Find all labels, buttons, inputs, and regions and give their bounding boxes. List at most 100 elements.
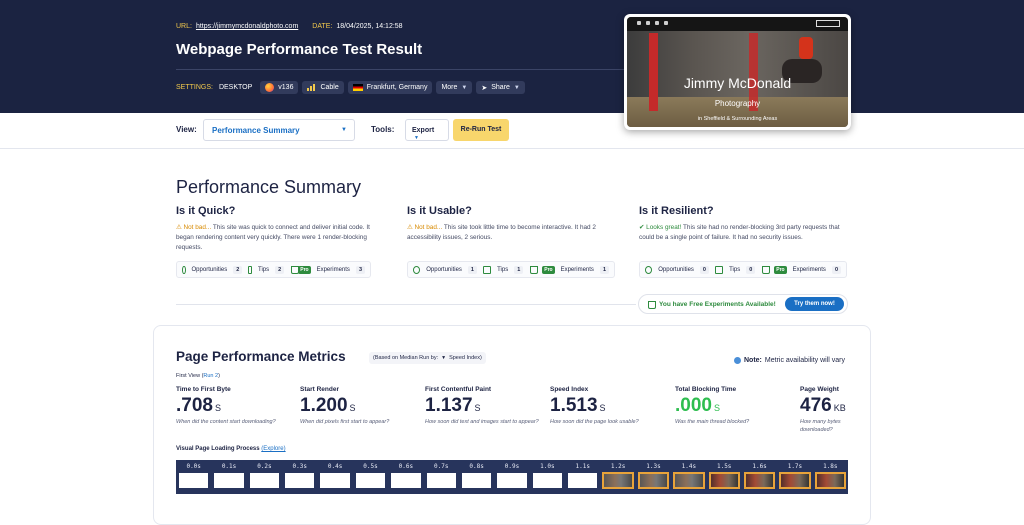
metric-unit: S	[214, 403, 221, 413]
filmstrip-frame[interactable]: 0.1s	[211, 460, 246, 488]
view-select-value: Performance Summary	[212, 126, 300, 135]
frame-thumbnail	[426, 473, 456, 488]
screenshot-site-subtitle: Photography	[714, 99, 761, 108]
metric-ttfb: Time to First Byte .708 S When did the co…	[176, 386, 294, 426]
frame-time: 0.6s	[398, 463, 414, 470]
frame-time: 1.1s	[575, 463, 590, 470]
usable-heading: Is it Usable?	[407, 205, 472, 217]
metric-unit: S	[349, 403, 356, 413]
metric-label: Page Weight	[800, 386, 839, 393]
tools-label: Tools:	[371, 125, 395, 134]
explore-link[interactable]: (Explore)	[261, 446, 285, 452]
pro-badge: Pro	[774, 265, 787, 274]
filmstrip-frame[interactable]: 0.3s	[282, 460, 317, 488]
metric-unit: KB	[833, 403, 846, 413]
metric-number: 1.200	[300, 395, 348, 416]
resilient-heading: Is it Resilient?	[639, 205, 714, 217]
metric-number: .708	[176, 395, 213, 416]
median-run-selector[interactable]: (Based on Median Run by: ▼ Speed Index)	[369, 352, 486, 364]
location-chip: Frankfurt, Germany	[347, 81, 433, 94]
metric-speed-index: Speed Index 1.513 S How soon did the page…	[550, 386, 668, 426]
frame-thumbnail	[285, 473, 315, 488]
filmstrip-frame[interactable]: 1.7s	[777, 460, 812, 489]
browser-version: v136	[278, 84, 294, 91]
filmstrip-frame[interactable]: 0.9s	[494, 460, 529, 488]
usable-stats[interactable]: Opportunities 1 Tips 1 Pro Experiments 1	[407, 261, 615, 278]
filmstrip-frame[interactable]: 1.1s	[565, 460, 600, 488]
resilient-stats[interactable]: Opportunities 0 Tips 0 Pro Experiments 0	[639, 261, 847, 278]
filmstrip-frame[interactable]: 1.4s	[671, 460, 706, 489]
filmstrip-frame[interactable]: 0.5s	[353, 460, 388, 488]
tips-label: Tips	[258, 266, 270, 273]
filmstrip-frame[interactable]: 1.6s	[742, 460, 777, 489]
frame-thumbnail	[708, 472, 740, 489]
view-select[interactable]: Performance Summary ▼	[203, 119, 355, 141]
filmstrip-frame[interactable]: 0.4s	[317, 460, 352, 488]
note-text: Metric availability will vary	[764, 357, 846, 364]
filmstrip-frame[interactable]: 0.8s	[459, 460, 494, 488]
url-key: URL:	[176, 23, 192, 30]
metric-number: .000	[675, 395, 712, 416]
date-key: DATE:	[312, 23, 333, 30]
more-button[interactable]: More ▼	[436, 81, 473, 94]
first-view-end: )	[218, 373, 220, 379]
rerun-test-button[interactable]: Re-Run Test	[453, 119, 509, 141]
metric-page-weight: Page Weight 476 KB How many bytes downloa…	[800, 386, 860, 434]
metric-unit: S	[474, 403, 481, 413]
resilient-verdict: Looks great!	[646, 224, 682, 231]
tips-label: Tips	[497, 266, 509, 273]
quick-stats[interactable]: Opportunities 2 Tips 2 Pro Experiments 3	[176, 261, 371, 278]
location-label: Frankfurt, Germany	[366, 84, 428, 91]
metric-number: 476	[800, 395, 832, 416]
run-link[interactable]: Run 2	[203, 373, 218, 379]
filmstrip-frame[interactable]: 1.3s	[636, 460, 671, 489]
frame-time: 1.8s	[823, 463, 838, 470]
screenshot-image: Jimmy McDonald Photography in Sheffield …	[627, 17, 848, 127]
metrics-title: Page Performance Metrics	[176, 349, 346, 364]
metric-question: How soon did text and images start to ap…	[425, 419, 539, 425]
filmstrip-frame[interactable]: 1.8s	[813, 460, 848, 489]
screenshot-social-icons	[637, 21, 668, 25]
experiments-label: Experiments	[316, 266, 350, 273]
metric-value: 1.137 S	[425, 395, 543, 417]
filmstrip-frame[interactable]: 1.0s	[530, 460, 565, 488]
browser-chip: v136	[260, 81, 299, 94]
connection-chip: Cable	[302, 81, 344, 94]
filmstrip-frame[interactable]: 0.0s	[176, 460, 211, 488]
filmstrip[interactable]: 0.0s 0.1s 0.2s 0.3s 0.4s 0.5s 0.6s 0.7s 0.8s 0.9s…	[176, 460, 848, 494]
export-label: Export	[412, 127, 435, 134]
usable-description: ⚠ Not bad... This site took little time …	[407, 223, 617, 243]
metrics-note: Note: Metric availability will vary	[734, 357, 845, 364]
frame-thumbnail	[673, 472, 705, 489]
view-label: View:	[176, 125, 197, 134]
metric-question: When did pixels first start to appear?	[300, 419, 390, 425]
frame-thumbnail	[497, 473, 527, 488]
metric-label: Total Blocking Time	[675, 386, 737, 393]
filmstrip-frame[interactable]: 0.2s	[247, 460, 282, 488]
frame-time: 1.5s	[716, 463, 732, 470]
tested-url-link[interactable]: https://jimmymcdonaldphoto.com	[196, 23, 298, 30]
metric-number: 1.513	[550, 395, 598, 416]
chevron-down-icon: ▼	[414, 135, 419, 141]
note-label: Note:	[744, 357, 762, 364]
screenshot-rider	[799, 37, 813, 59]
frame-thumbnail	[355, 473, 386, 488]
filmstrip-frame[interactable]: 1.5s	[707, 460, 742, 489]
filmstrip-frame[interactable]: 1.2s	[600, 460, 635, 489]
metric-number: 1.137	[425, 395, 473, 416]
try-experiments-button[interactable]: Try them now!	[785, 297, 844, 311]
frame-time: 0.3s	[292, 463, 307, 470]
share-button[interactable]: ➤ Share ▼	[476, 81, 525, 94]
based-on-value: Speed Index)	[449, 355, 482, 361]
frame-thumbnail	[391, 473, 421, 488]
metric-fcp: First Contentful Paint 1.137 S How soon d…	[425, 386, 543, 426]
filmstrip-frame[interactable]: 0.6s	[388, 460, 423, 488]
quick-heading: Is it Quick?	[176, 205, 236, 217]
metric-unit: S	[713, 403, 720, 413]
summary-divider	[176, 304, 636, 305]
export-button[interactable]: Export ▼	[405, 119, 449, 141]
flask-icon	[529, 265, 539, 274]
tips-icon	[482, 265, 492, 274]
opportunities-label: Opportunities	[658, 266, 694, 273]
filmstrip-frame[interactable]: 0.7s	[424, 460, 459, 488]
